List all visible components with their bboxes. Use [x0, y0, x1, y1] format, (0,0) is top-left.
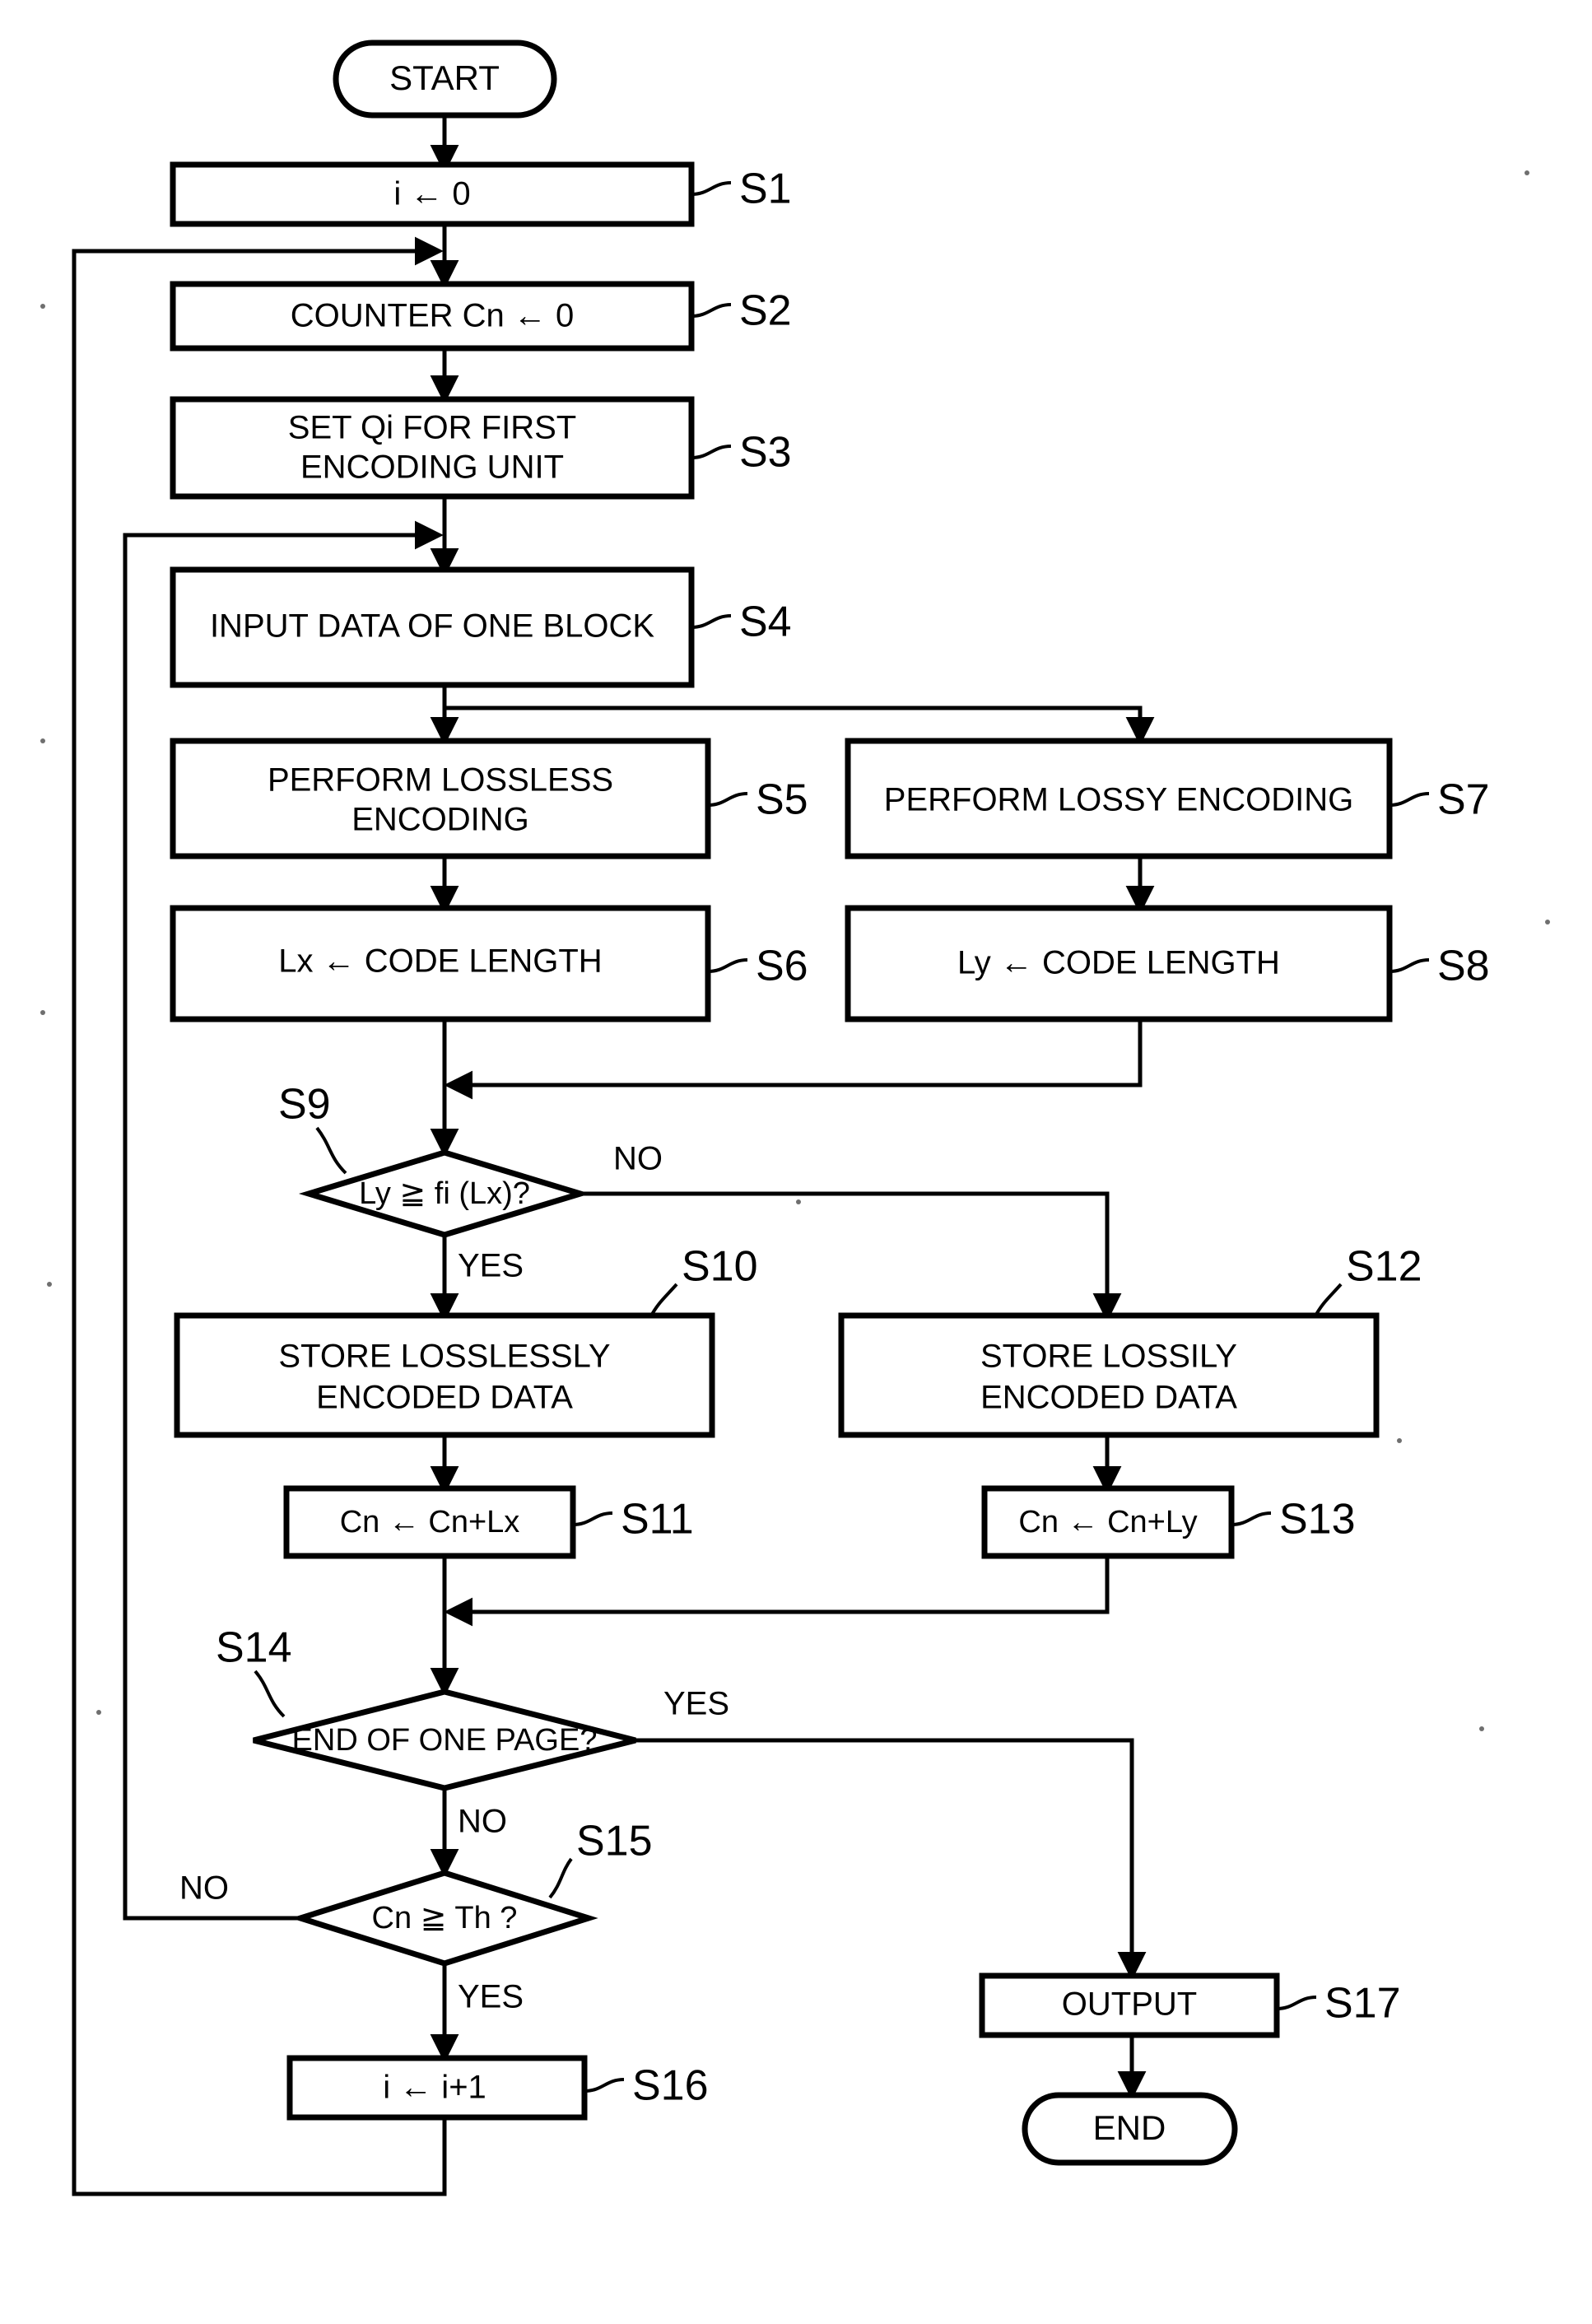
- step-tag-s5: S5: [756, 776, 808, 824]
- node-s8-label: Ly ← CODE LENGTH: [957, 945, 1280, 981]
- step-tag-s14: S14: [216, 1624, 292, 1672]
- step-tag-s17: S17: [1324, 1980, 1401, 2028]
- step-tag-s6: S6: [756, 943, 808, 990]
- step-tag-s16: S16: [632, 2062, 709, 2110]
- edge-s14-yes-to-s17: [635, 1738, 1147, 1981]
- node-s2[interactable]: COUNTER Cn ← 0 S2: [170, 281, 792, 352]
- node-s2-label: COUNTER Cn ← 0: [291, 298, 575, 334]
- step-tag-s2: S2: [739, 287, 792, 335]
- edge-s9-no-to-s12: [580, 1191, 1122, 1322]
- node-s3-label-line2: ENCODING UNIT: [300, 449, 564, 486]
- step-tag-s15: S15: [576, 1818, 653, 1865]
- node-s1-label: i ← 0: [393, 176, 470, 212]
- step-tag-s4: S4: [739, 598, 792, 646]
- branch-label-s14-no: NO: [458, 1804, 507, 1840]
- node-s6-label: Lx ← CODE LENGTH: [278, 943, 602, 980]
- step-tag-s12: S12: [1346, 1243, 1422, 1291]
- node-s14[interactable]: END OF ONE PAGE? S14 YES NO: [216, 1624, 729, 1840]
- step-tag-s8: S8: [1437, 943, 1490, 990]
- node-s17-label: OUTPUT: [1062, 1986, 1197, 2023]
- node-start-label: START: [389, 58, 500, 97]
- node-s9[interactable]: Ly ≧ fi (Lx)? S9 NO YES: [278, 1081, 663, 1284]
- node-s4-label: INPUT DATA OF ONE BLOCK: [210, 608, 654, 645]
- node-s4[interactable]: INPUT DATA OF ONE BLOCK S4: [170, 566, 792, 688]
- edge-s13-to-s14: [444, 1556, 1110, 1627]
- node-s12-label-line2: ENCODED DATA: [980, 1380, 1237, 1416]
- node-s10-label-line1: STORE LOSSLESSLY: [278, 1339, 610, 1375]
- flowchart-page: START i ← 0 S1 COUNTER Cn ← 0 S2 SET Qi …: [0, 0, 1592, 2324]
- node-s7-label: PERFORM LOSSY ENCODING: [884, 782, 1353, 818]
- branch-label-s9-no: NO: [613, 1141, 663, 1177]
- step-tag-s3: S3: [739, 429, 792, 477]
- step-tag-s13: S13: [1279, 1496, 1356, 1544]
- node-s13-label: Cn ← Cn+Ly: [1018, 1505, 1197, 1539]
- step-tag-s9: S9: [278, 1081, 331, 1129]
- step-tag-s10: S10: [682, 1243, 758, 1291]
- node-s17[interactable]: OUTPUT S17: [979, 1972, 1401, 2038]
- node-s6[interactable]: Lx ← CODE LENGTH S6: [170, 905, 808, 1022]
- branch-label-s9-yes: YES: [458, 1248, 524, 1284]
- node-s5-label-line1: PERFORM LOSSLESS: [268, 762, 613, 799]
- branch-label-s15-no: NO: [179, 1870, 229, 1907]
- edge-s4-to-s7: [445, 706, 1155, 746]
- node-s9-label: Ly ≧ fi (Lx)?: [359, 1176, 530, 1211]
- node-s12-label-line1: STORE LOSSILY: [980, 1339, 1237, 1375]
- node-start[interactable]: START: [333, 40, 557, 119]
- node-s3-label-line1: SET Qi FOR FIRST: [288, 410, 576, 446]
- node-s11[interactable]: Cn ← Cn+Lx S11: [283, 1485, 694, 1559]
- node-s8[interactable]: Ly ← CODE LENGTH S8: [845, 905, 1490, 1022]
- step-tag-s11: S11: [621, 1496, 694, 1544]
- step-tag-s7: S7: [1437, 776, 1490, 824]
- edge-s8-to-s9: [444, 1017, 1143, 1100]
- node-end-label: END: [1093, 2108, 1166, 2147]
- node-s16-label: i ← i+1: [383, 2070, 486, 2106]
- node-s7[interactable]: PERFORM LOSSY ENCODING S7: [845, 738, 1490, 859]
- node-s13[interactable]: Cn ← Cn+Ly S13: [981, 1485, 1356, 1559]
- node-s1[interactable]: i ← 0 S1: [170, 161, 792, 227]
- node-s5[interactable]: PERFORM LOSSLESS ENCODING S5: [170, 738, 808, 859]
- branch-label-s14-yes: YES: [663, 1686, 729, 1722]
- node-s11-label: Cn ← Cn+Lx: [340, 1505, 520, 1539]
- step-tag-s1: S1: [739, 165, 792, 213]
- node-s3[interactable]: SET Qi FOR FIRST ENCODING UNIT S3: [170, 396, 792, 500]
- node-s10-label-line2: ENCODED DATA: [316, 1380, 573, 1416]
- node-s16[interactable]: i ← i+1 S16: [286, 2055, 709, 2121]
- node-s5-label-line2: ENCODING: [351, 802, 529, 838]
- branch-label-s15-yes: YES: [458, 1979, 524, 2015]
- node-s14-label: END OF ONE PAGE?: [292, 1723, 598, 1758]
- node-end[interactable]: END: [1022, 2092, 1238, 2166]
- node-s15-label: Cn ≧ Th ?: [372, 1901, 518, 1935]
- node-s12[interactable]: STORE LOSSILY ENCODED DATA S12: [838, 1243, 1422, 1438]
